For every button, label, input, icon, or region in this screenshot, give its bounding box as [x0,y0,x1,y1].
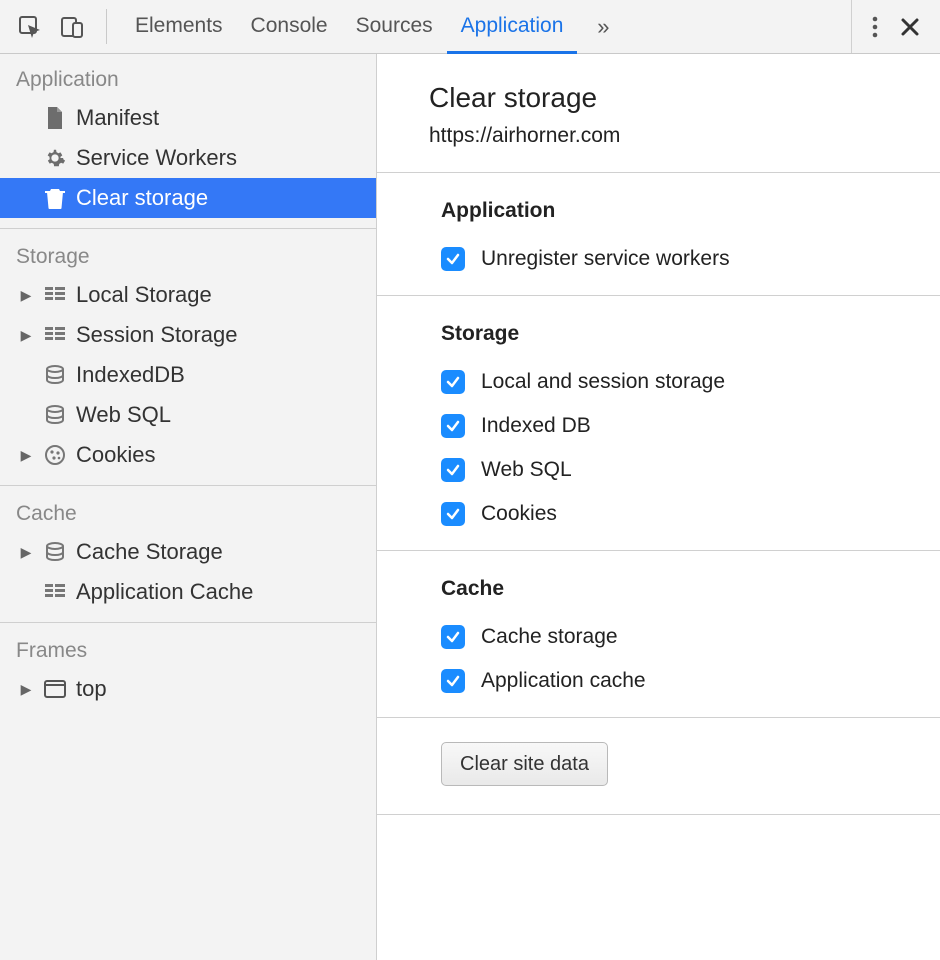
sidebar-item-application-cache[interactable]: ▶ Application Cache [0,572,376,612]
check-label: Local and session storage [481,370,725,394]
main: Application ▶ Manifest ▶ Service Workers… [0,54,940,960]
check-label: Cache storage [481,625,618,649]
separator [0,228,376,229]
check-label: Unregister service workers [481,247,730,271]
checkbox-icon[interactable] [441,247,465,271]
more-tabs-icon[interactable]: » [589,13,617,41]
sidebar-item-label: Service Workers [76,145,237,171]
device-icon[interactable] [60,15,84,39]
tab-elements[interactable]: Elements [121,1,237,54]
sidebar-item-cache-storage[interactable]: ▶ Cache Storage [0,532,376,572]
tabs: Elements Console Sources Application [121,0,577,53]
group-heading-storage: Storage [377,296,940,360]
clear-site-data-button[interactable]: Clear site data [441,742,608,786]
sidebar-item-top-frame[interactable]: ▶ top [0,669,376,709]
sidebar-item-label: Clear storage [76,185,208,211]
content-pane: Clear storage https://airhorner.com Appl… [377,54,940,960]
sidebar-item-label: Manifest [76,105,159,131]
section-title-application: Application [0,54,376,98]
toolbar-left [0,15,102,39]
database-icon [44,365,66,385]
chevron-right-icon[interactable]: ▶ [18,327,34,344]
toolbar-right [851,0,940,53]
divider [377,814,940,815]
sidebar-item-label: Session Storage [76,322,237,348]
separator [0,622,376,623]
devtools-toolbar: Elements Console Sources Application » [0,0,940,54]
checkbox-icon[interactable] [441,458,465,482]
checkbox-icon[interactable] [441,625,465,649]
grid-icon [44,287,66,303]
gear-icon [44,147,66,169]
group-heading-cache: Cache [377,551,940,615]
group-heading-application: Application [377,173,940,237]
checkbox-icon[interactable] [441,370,465,394]
database-icon [44,542,66,562]
check-label: Application cache [481,669,646,693]
sidebar-item-label: Application Cache [76,579,253,605]
sidebar-item-label: IndexedDB [76,362,185,388]
sidebar-item-session-storage[interactable]: ▶ Session Storage [0,315,376,355]
check-cache-storage[interactable]: Cache storage [377,615,940,659]
check-web-sql[interactable]: Web SQL [377,448,940,492]
check-label: Cookies [481,502,557,526]
check-label: Web SQL [481,458,572,482]
sidebar-item-label: top [76,676,107,702]
page-title: Clear storage [377,54,940,120]
separator [0,485,376,486]
sidebar-item-label: Cache Storage [76,539,223,565]
chevron-right-icon[interactable]: ▶ [18,287,34,304]
document-icon [44,107,66,129]
grid-icon [44,584,66,600]
sidebar-item-manifest[interactable]: ▶ Manifest [0,98,376,138]
trash-icon [44,187,66,209]
grid-icon [44,327,66,343]
chevron-right-icon[interactable]: ▶ [18,681,34,698]
chevron-right-icon[interactable]: ▶ [18,544,34,561]
check-label: Indexed DB [481,414,591,438]
tab-application[interactable]: Application [447,1,578,54]
sidebar-item-service-workers[interactable]: ▶ Service Workers [0,138,376,178]
kebab-icon[interactable] [872,16,878,38]
sidebar-item-clear-storage[interactable]: ▶ Clear storage [0,178,376,218]
section-title-storage: Storage [0,231,376,275]
checkbox-icon[interactable] [441,502,465,526]
section-title-cache: Cache [0,488,376,532]
check-local-session[interactable]: Local and session storage [377,360,940,404]
tab-sources[interactable]: Sources [342,1,447,54]
frame-icon [44,680,66,698]
sidebar-item-local-storage[interactable]: ▶ Local Storage [0,275,376,315]
sidebar-item-websql[interactable]: ▶ Web SQL [0,395,376,435]
check-application-cache[interactable]: Application cache [377,659,940,703]
database-icon [44,405,66,425]
sidebar: Application ▶ Manifest ▶ Service Workers… [0,54,377,960]
cookie-icon [44,444,66,466]
toolbar-separator [106,9,107,44]
page-url: https://airhorner.com [377,120,940,172]
sidebar-item-label: Cookies [76,442,155,468]
section-title-frames: Frames [0,625,376,669]
sidebar-item-label: Web SQL [76,402,171,428]
inspect-icon[interactable] [18,15,42,39]
sidebar-item-indexeddb[interactable]: ▶ IndexedDB [0,355,376,395]
button-row: Clear site data [377,718,940,814]
check-unregister-sw[interactable]: Unregister service workers [377,237,940,281]
close-icon[interactable] [900,17,920,37]
chevron-right-icon[interactable]: ▶ [18,447,34,464]
tab-console[interactable]: Console [237,1,342,54]
checkbox-icon[interactable] [441,669,465,693]
check-indexed-db[interactable]: Indexed DB [377,404,940,448]
checkbox-icon[interactable] [441,414,465,438]
sidebar-item-label: Local Storage [76,282,212,308]
sidebar-item-cookies[interactable]: ▶ Cookies [0,435,376,475]
check-cookies[interactable]: Cookies [377,492,940,536]
